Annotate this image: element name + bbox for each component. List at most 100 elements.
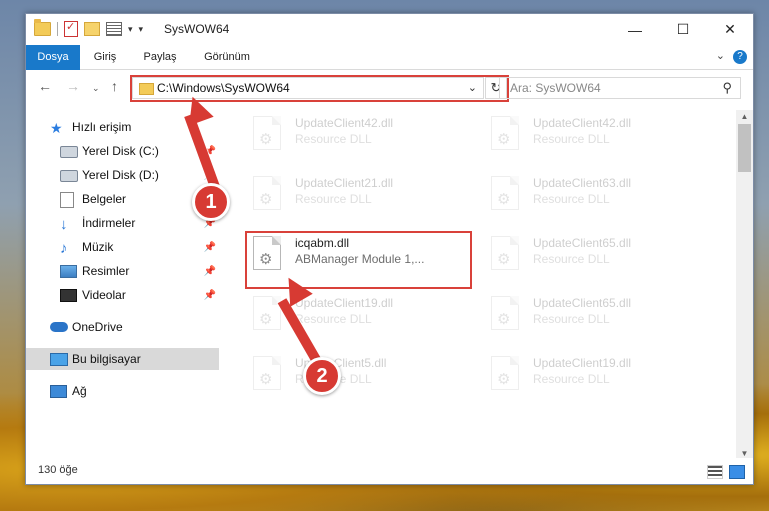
file-item[interactable]: ⚙ UpdateClient19.dll Resource DLL	[245, 290, 475, 346]
sidebar-item-this-pc[interactable]: Bu bilgisayar	[26, 348, 219, 370]
network-icon	[50, 385, 67, 398]
pin-icon[interactable]: 📌	[204, 290, 216, 301]
sidebar-item-network[interactable]: Ağ	[26, 380, 219, 402]
download-icon: ↓	[60, 216, 68, 233]
gear-icon: ⚙	[497, 371, 511, 388]
sidebar-item-label: Hızlı erişim	[72, 120, 132, 134]
step-badge-2: 2	[303, 357, 341, 395]
view-options-icon[interactable]	[106, 22, 122, 36]
cloud-icon	[50, 322, 68, 332]
dll-file-icon: ⚙	[253, 116, 281, 150]
gear-icon: ⚙	[259, 371, 273, 388]
close-button[interactable]: ✕	[707, 14, 753, 45]
forward-arrow-icon[interactable]: →	[66, 78, 80, 94]
gear-icon: ⚙	[259, 191, 273, 208]
file-name: UpdateClient65.dll	[533, 236, 632, 250]
file-item[interactable]: ⚙ UpdateClient65.dll Resource DLL	[483, 290, 713, 346]
new-folder-icon[interactable]	[84, 22, 100, 36]
file-name: UpdateClient21.dll	[295, 176, 394, 190]
expand-ribbon-icon[interactable]: ⌄	[716, 49, 725, 62]
sidebar-item-music[interactable]: ♪ Müzik 📌	[26, 236, 219, 258]
file-description: Resource DLL	[533, 312, 610, 326]
sidebar-item-label: Yerel Disk (D:)	[82, 168, 159, 182]
sidebar-item-label: İndirmeler	[82, 216, 136, 230]
file-description: Resource DLL	[533, 132, 610, 146]
dll-file-icon: ⚙	[253, 296, 281, 330]
file-item[interactable]: ⚙ UpdateClient42.dll Resource DLL	[245, 110, 475, 166]
ribbon: Dosya Giriş Paylaş Görünüm ⌄ ?	[26, 45, 753, 101]
sidebar-item-label: Ağ	[72, 384, 87, 398]
quick-access-toolbar: ▾ ▾	[34, 19, 144, 37]
file-item[interactable]: ⚙ UpdateClient21.dll Resource DLL	[245, 170, 475, 226]
back-arrow-icon[interactable]: ←	[38, 78, 52, 94]
navigation-bar: ← → ⌄ ↑ C:\Windows\SysWOW64 ⌄ ↻ Ara: Sys…	[26, 70, 753, 106]
scroll-down-icon[interactable]: ▼	[736, 449, 753, 458]
tab-view[interactable]: Görünüm	[194, 45, 260, 69]
search-icon[interactable]: ⚲	[722, 80, 732, 96]
file-item[interactable]: ⚙ UpdateClient63.dll Resource DLL	[483, 170, 713, 226]
folder-icon	[34, 19, 51, 36]
file-description: Resource DLL	[533, 192, 610, 206]
properties-icon[interactable]	[64, 20, 78, 37]
sidebar-item-downloads[interactable]: ↓ İndirmeler 📌	[26, 212, 219, 234]
help-button[interactable]: ?	[733, 50, 747, 64]
sidebar-item-videos[interactable]: Videolar 📌	[26, 284, 219, 306]
sidebar-item-disk-c[interactable]: Yerel Disk (C:) 📌	[26, 140, 219, 162]
dll-file-icon: ⚙	[491, 236, 519, 270]
sidebar-item-pictures[interactable]: Resimler 📌	[26, 260, 219, 282]
up-arrow-icon[interactable]: ↑	[111, 78, 118, 94]
drive-icon	[60, 146, 78, 158]
pictures-icon	[60, 265, 77, 278]
file-description: Resource DLL	[295, 192, 372, 206]
title-bar: ▾ ▾ SysWOW64 — ☐ ✕	[26, 14, 753, 45]
vertical-scrollbar[interactable]: ▲ ▼	[736, 110, 753, 460]
file-name: UpdateClient65.dll	[533, 296, 632, 310]
sidebar-item-label: Bu bilgisayar	[72, 352, 141, 366]
search-box[interactable]: Ara: SysWOW64 ⚲	[499, 77, 741, 99]
sidebar-item-label: Videolar	[82, 288, 126, 302]
sidebar-item-onedrive[interactable]: OneDrive	[26, 316, 219, 338]
file-description: Resource DLL	[533, 252, 610, 266]
file-name: UpdateClient19.dll	[295, 296, 394, 310]
file-highlight-box	[245, 231, 472, 289]
music-icon: ♪	[60, 240, 68, 257]
sidebar-item-disk-d[interactable]: Yerel Disk (D:) 📌	[26, 164, 219, 186]
minimize-button[interactable]: —	[612, 14, 658, 45]
sidebar-item-label: Belgeler	[82, 192, 127, 206]
file-name: UpdateClient63.dll	[533, 176, 632, 190]
videos-icon	[60, 289, 77, 302]
sidebar-item-documents[interactable]: Belgeler 📌	[26, 188, 219, 210]
details-view-icon[interactable]	[707, 465, 723, 479]
status-bar: 130 öğe	[26, 458, 753, 484]
sidebar-item-label: OneDrive	[72, 320, 123, 334]
maximize-button[interactable]: ☐	[660, 14, 706, 45]
dll-file-icon: ⚙	[491, 356, 519, 390]
file-item[interactable]: ⚙ UpdateClient19.dll Resource DLL	[483, 350, 713, 406]
sidebar-item-label: Resimler	[82, 264, 130, 278]
recent-locations-icon[interactable]: ⌄	[92, 83, 100, 94]
search-input[interactable]: Ara: SysWOW64	[510, 81, 601, 95]
dll-file-icon: ⚙	[491, 296, 519, 330]
file-item[interactable]: ⚙ UpdateClient42.dll Resource DLL	[483, 110, 713, 166]
scrollbar-thumb[interactable]	[738, 124, 751, 172]
customize-toolbar-icon[interactable]: ▾	[139, 24, 144, 35]
tab-home[interactable]: Giriş	[84, 45, 126, 69]
pin-icon[interactable]: 📌	[204, 266, 216, 277]
file-item[interactable]: ⚙ UpdateClient5.dll Resource DLL	[245, 350, 475, 406]
star-icon: ★	[50, 120, 63, 136]
dll-file-icon: ⚙	[491, 176, 519, 210]
chevron-down-icon[interactable]: ▾	[128, 24, 133, 35]
file-description: Resource DLL	[295, 132, 372, 146]
sidebar-item-label: Müzik	[82, 240, 114, 254]
navigation-pane: ★ Hızlı erişim Yerel Disk (C:) 📌 Yerel D…	[26, 110, 219, 460]
dll-file-icon: ⚙	[253, 356, 281, 390]
file-item[interactable]: ⚙ UpdateClient65.dll Resource DLL	[483, 230, 713, 286]
tab-share[interactable]: Paylaş	[134, 45, 186, 69]
computer-icon	[50, 353, 68, 366]
scroll-up-icon[interactable]: ▲	[736, 112, 753, 121]
pin-icon[interactable]: 📌	[204, 242, 216, 253]
documents-icon	[60, 192, 74, 208]
gear-icon: ⚙	[259, 311, 273, 328]
large-icons-view-icon[interactable]	[729, 465, 745, 479]
dll-file-icon: ⚙	[253, 176, 281, 210]
